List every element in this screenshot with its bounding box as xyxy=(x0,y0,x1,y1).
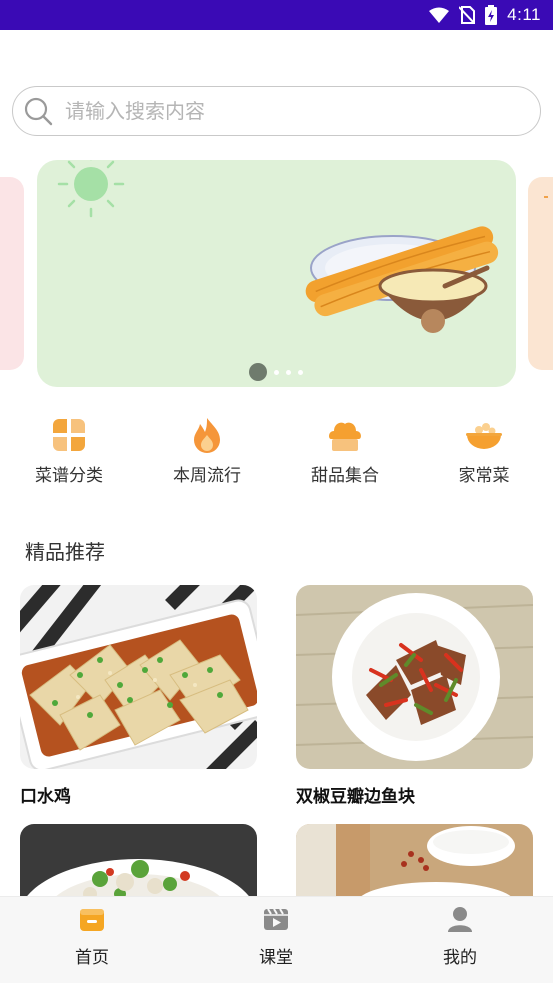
user-icon xyxy=(448,907,472,932)
no-sim-icon xyxy=(459,6,476,24)
search-input[interactable] xyxy=(65,95,525,127)
banner-next-peek[interactable] xyxy=(528,177,553,370)
status-time: 4:11 xyxy=(507,5,541,24)
grid-petals-icon xyxy=(53,419,85,451)
category-desserts[interactable]: 甜品集合 xyxy=(285,415,405,486)
recipe-title[interactable]: 口水鸡 xyxy=(20,782,71,807)
category-weekly-popular[interactable]: 本周流行 xyxy=(147,415,267,486)
bowl-icon xyxy=(466,423,502,449)
category-label: 甜品集合 xyxy=(311,466,379,486)
breakfast-illustration xyxy=(57,160,499,333)
tab-label: 课堂 xyxy=(259,948,293,968)
carousel-dot-active[interactable] xyxy=(249,363,267,381)
carousel-dot[interactable] xyxy=(286,369,291,375)
carousel-dot[interactable] xyxy=(274,369,279,375)
recipe-card-image[interactable] xyxy=(296,585,533,769)
category-label: 本周流行 xyxy=(173,466,241,486)
sun-icon xyxy=(57,160,125,218)
wifi-icon xyxy=(429,7,450,23)
recipe-photo-fish-pepper xyxy=(296,585,533,769)
tab-home[interactable]: 首页 xyxy=(32,897,152,983)
video-clapper-icon xyxy=(264,908,288,930)
battery-charging-icon xyxy=(485,5,498,25)
carousel-indicator xyxy=(249,363,303,381)
category-row: 菜谱分类 本周流行 甜品集合 家常菜 xyxy=(0,415,553,495)
category-label: 家常菜 xyxy=(458,466,510,486)
category-recipe-types[interactable]: 菜谱分类 xyxy=(9,415,129,486)
category-label: 菜谱分类 xyxy=(35,466,103,486)
category-home-cooking[interactable]: 家常菜 xyxy=(424,415,544,486)
banner-slide[interactable] xyxy=(37,160,516,387)
search-icon[interactable] xyxy=(23,96,55,128)
status-bar: 4:11 xyxy=(0,0,553,30)
recipe-card-image[interactable] xyxy=(20,585,257,769)
search-bar[interactable] xyxy=(12,86,541,136)
bottom-tab-bar: 首页 课堂 我的 xyxy=(0,896,553,983)
recipe-title[interactable]: 双椒豆瓣边鱼块 xyxy=(296,782,415,807)
banner-prev-peek[interactable] xyxy=(0,177,24,370)
recipe-photo-kou-shui-ji xyxy=(20,585,257,769)
tab-mine[interactable]: 我的 xyxy=(400,897,520,983)
home-box-icon xyxy=(80,909,104,931)
recipe-photo-fourth xyxy=(296,824,533,926)
flame-icon xyxy=(194,418,220,453)
cupcake-icon xyxy=(329,422,361,451)
tab-label: 我的 xyxy=(443,948,477,968)
section-title: 精品推荐 xyxy=(25,540,105,564)
recipe-photo-third xyxy=(20,824,257,979)
tab-label: 首页 xyxy=(75,948,109,968)
tab-classroom[interactable]: 课堂 xyxy=(216,897,336,983)
status-icons: 4:11 xyxy=(429,4,541,26)
banner-next-decoration xyxy=(544,196,552,198)
carousel-dot[interactable] xyxy=(298,369,303,375)
